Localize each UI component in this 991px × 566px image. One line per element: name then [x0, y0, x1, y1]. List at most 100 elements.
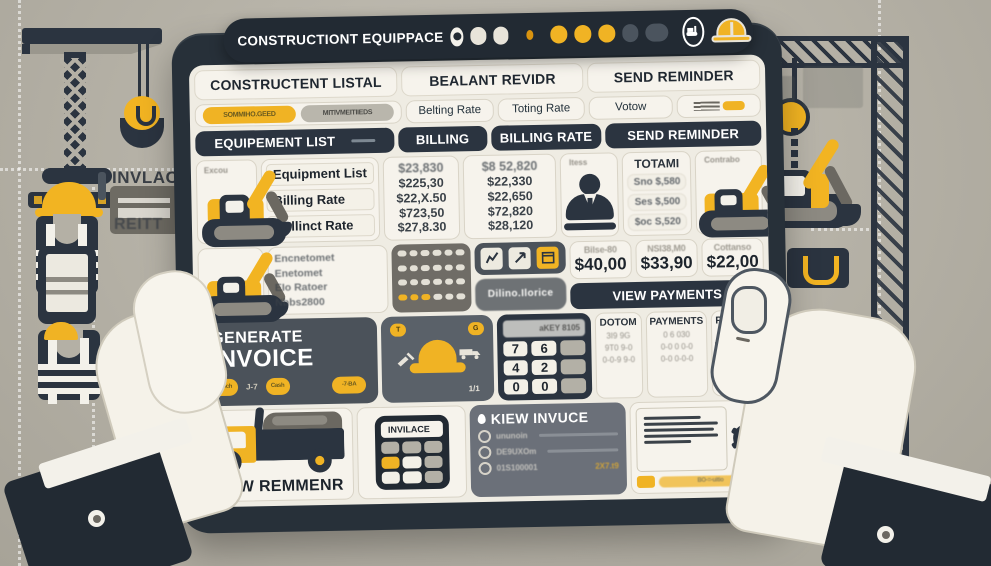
totals-title: TOTAMI — [634, 155, 680, 171]
calc-key[interactable]: 2 — [532, 359, 558, 376]
panel-chip-right: G — [467, 321, 484, 336]
equipment-tag: Excou — [203, 165, 228, 176]
hard-hat-icon — [711, 17, 752, 45]
subtab-billing-rate[interactable]: Belting Rate — [405, 98, 494, 124]
row-value: 2X7.t9 — [595, 461, 619, 471]
pill-icon[interactable] — [645, 23, 669, 42]
pill-icon[interactable] — [574, 24, 592, 44]
contract-tag: Contrabo — [704, 154, 740, 165]
detail-item: Encnetomet — [274, 251, 335, 265]
billing-rate-value: $8 52,820 — [481, 159, 538, 175]
calc-key[interactable]: 4 — [503, 360, 529, 376]
tab-equipment-list[interactable]: CONSTRUCTENT LISTAL — [193, 66, 398, 101]
hard-hat-icon — [409, 339, 466, 378]
calc-key[interactable] — [402, 456, 422, 469]
stat-card[interactable]: Bilse-80 $40,00 — [569, 239, 632, 280]
calc-key[interactable]: 7 — [502, 341, 528, 357]
calc-key[interactable]: 6 — [531, 340, 557, 357]
calculator-keypad[interactable]: aKEY 8105 7 6 4 2 0 0 — [496, 312, 593, 401]
calc-key[interactable] — [380, 456, 400, 469]
equipment-thumb-card[interactable]: Excou — [195, 159, 293, 248]
chip: -7-BA — [331, 375, 367, 394]
chart-icon[interactable] — [480, 247, 504, 270]
amber-dot-icon — [526, 29, 534, 41]
cell: 9T0 9-0 — [604, 343, 633, 353]
totals-row: Sno $,580 — [627, 172, 687, 191]
column-header: DOTOM — [599, 317, 637, 329]
calc-key[interactable] — [380, 441, 400, 454]
row-bar — [538, 432, 619, 437]
tab-send-reminder[interactable]: SEND REMINDER — [587, 59, 761, 93]
hardhat-panel[interactable]: T G 1/1 — [380, 314, 494, 403]
view-invoice-panel[interactable]: KIEW INVUCE ununoin DE9UXOm 01S100001 2X… — [469, 402, 628, 498]
chip-icon[interactable] — [470, 26, 487, 46]
arrow-icon[interactable] — [508, 246, 532, 270]
chip-icon[interactable] — [493, 26, 509, 45]
billing-column: $23,830 $225,30 $22,X.50 $723,50 $27,8.3… — [382, 155, 461, 241]
stats-row: Bilse-80 $40,00 NSI38,M0 $33,90 Cottanso… — [569, 237, 765, 280]
drop-icon — [477, 413, 486, 425]
calc-key[interactable] — [561, 378, 587, 394]
calc-key[interactable] — [402, 441, 422, 454]
totals-row: Ses $,500 — [627, 192, 688, 211]
app-title: CONSTRUCTIONT EQUIPPACE — [237, 29, 444, 49]
pill-icon[interactable] — [621, 23, 639, 43]
calc-key[interactable] — [424, 455, 444, 469]
calc-key[interactable] — [560, 359, 586, 375]
list-item[interactable]: DE9UXOm — [478, 443, 619, 460]
excavator-badge-icon[interactable] — [681, 16, 705, 48]
screenshot-root: INVLACE REITT CONSTRUCTIONT EQUIPPACE CO… — [0, 0, 991, 566]
tab-balance-reminder[interactable]: BEALANT REVIDR — [401, 63, 584, 97]
bullet-icon — [478, 445, 492, 460]
subtab-total-rate[interactable]: Toting Rate — [497, 96, 586, 122]
content-row-primary: Excou Equipment List Billing Rate Bollin… — [195, 149, 774, 248]
calc-key[interactable] — [423, 440, 443, 454]
calc-key[interactable] — [402, 471, 422, 484]
list-item[interactable]: ununoin — [477, 427, 619, 444]
payments-column: DOTOM 3I9 9G 9T0 9-0 0-0-9 9-0 — [594, 311, 643, 399]
keypad-action-button[interactable]: Dilino.Ilorice — [474, 277, 567, 312]
row-label: DE9UXOm — [496, 446, 537, 457]
calendar-icon[interactable] — [536, 246, 560, 269]
section-send-reminder: SEND REMINDER — [604, 120, 762, 149]
calc-key[interactable]: 0 — [532, 378, 558, 395]
section-billing: BILLING — [397, 125, 488, 153]
badge-secondary[interactable]: MITIVMEITIIEDS — [300, 103, 395, 123]
hard-hat-icon — [35, 182, 103, 217]
billing-rate-value: $22,650 — [487, 188, 533, 204]
calc-key[interactable] — [424, 470, 444, 484]
blur-text-block — [803, 66, 863, 108]
pen-icon — [98, 172, 106, 200]
billing-value: $225,30 — [398, 175, 444, 191]
subtab-vote[interactable]: Votow — [588, 95, 673, 120]
excavator-icon — [698, 162, 774, 240]
totals-row: $oc S,520 — [628, 212, 688, 231]
panel-chip-left: T — [389, 323, 407, 337]
list-item[interactable]: 01S100001 2X7.t9 — [478, 459, 619, 476]
billing-value: $23,830 — [398, 160, 444, 176]
stat-value: $33,90 — [640, 252, 693, 273]
calculator-keys: 7 6 4 2 0 0 — [502, 340, 587, 395]
calc-key[interactable] — [560, 340, 586, 356]
pill-icon[interactable] — [550, 25, 568, 44]
row-bar — [547, 448, 619, 453]
tablet-icon — [38, 246, 96, 324]
badge-primary[interactable]: SOMMIHO.GEED — [202, 105, 297, 125]
customer-card[interactable]: Itess — [559, 152, 620, 238]
record-dot-icon[interactable] — [450, 26, 465, 47]
stat-card[interactable]: NSI38,M0 $33,90 — [635, 238, 698, 279]
billing-rate-value: $22,330 — [487, 173, 533, 189]
bullet-icon — [478, 461, 492, 476]
keypad-grid[interactable] — [391, 242, 472, 313]
row-label: ununoin — [495, 431, 528, 441]
contract-thumb-card[interactable]: Contrabo — [695, 149, 774, 238]
customer-tag: Itess — [568, 157, 588, 168]
subtab-progress[interactable] — [676, 93, 761, 118]
stat-value: $40,00 — [574, 254, 627, 275]
calc-key[interactable]: 0 — [503, 379, 529, 395]
billing-value: $27,8.30 — [397, 219, 447, 235]
invoice-calculator-card[interactable]: INVILACE — [356, 405, 468, 500]
pill-icon[interactable] — [598, 24, 616, 43]
stat-label: NSI38,M0 — [647, 242, 686, 254]
calc-key[interactable] — [381, 471, 401, 484]
